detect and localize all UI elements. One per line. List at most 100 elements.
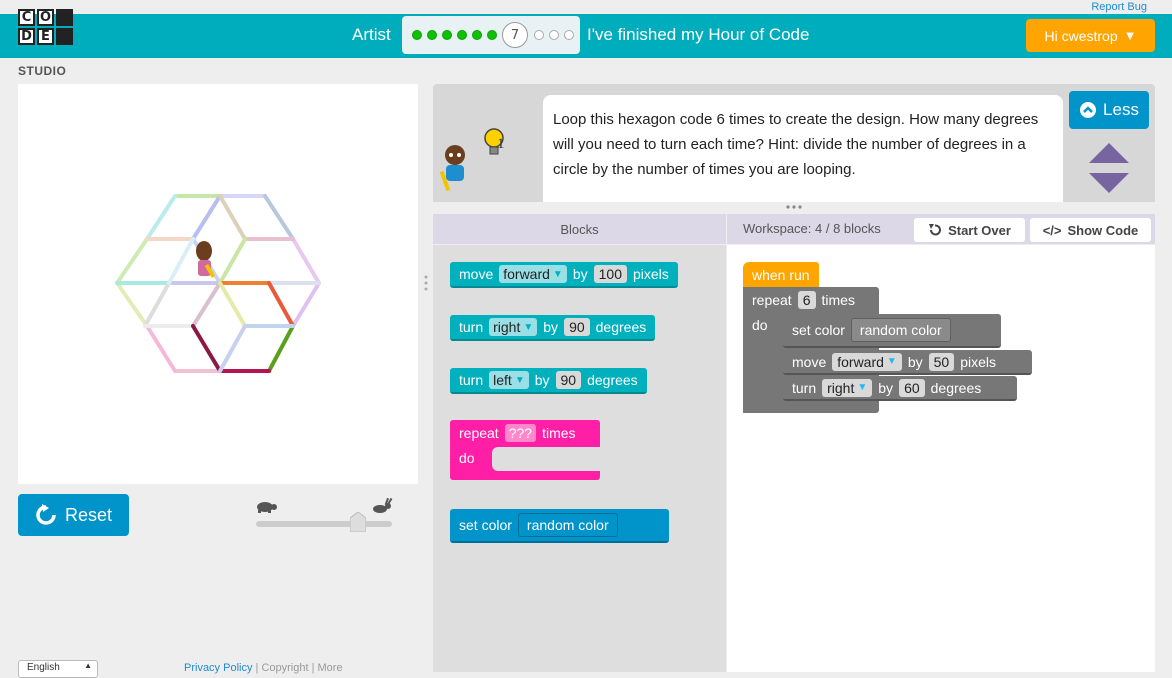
- block-keyword: by: [543, 319, 559, 335]
- number-field[interactable]: 90: [564, 318, 590, 336]
- block-keyword: repeat: [752, 291, 792, 308]
- direction-dropdown[interactable]: right ▼: [822, 378, 873, 397]
- progress-dot-completed[interactable]: [457, 30, 467, 40]
- block-keyword: by: [878, 379, 894, 396]
- progress-dot-completed[interactable]: [442, 30, 452, 40]
- repeat-count-field[interactable]: ???: [504, 424, 537, 442]
- block-keyword: by: [534, 372, 550, 388]
- random-color-input[interactable]: random color: [850, 318, 951, 342]
- turtle-icon: [257, 502, 277, 513]
- block-unit: times: [821, 291, 855, 308]
- direction-dropdown[interactable]: forward ▼: [832, 352, 902, 371]
- show-code-button[interactable]: </> Show Code: [1030, 218, 1151, 242]
- block-unit: pixels: [632, 266, 669, 282]
- progress-dot-remaining[interactable]: [549, 30, 559, 40]
- repeat-header: repeat 6 times: [743, 287, 864, 312]
- progress-dot-current[interactable]: 7: [502, 22, 528, 48]
- user-menu-label: Hi cwestrop: [1044, 27, 1118, 44]
- chevron-down-icon: ▼: [523, 321, 534, 333]
- report-bug-link[interactable]: Report Bug: [1091, 1, 1147, 13]
- logo-blank-cell: [56, 9, 73, 26]
- header-bar: [0, 14, 1172, 58]
- number-field[interactable]: 90: [555, 371, 582, 389]
- toolbox-turn-left-block[interactable]: turn left ▼ by 90 degrees: [450, 368, 647, 394]
- resize-handle-icon[interactable]: [784, 204, 804, 210]
- block-unit: times: [542, 425, 576, 441]
- artist-character-icon: [196, 241, 216, 279]
- logo-letter-c: C: [18, 9, 35, 26]
- code-studio-logo[interactable]: C O D E: [18, 9, 74, 65]
- language-select[interactable]: English ▲: [18, 660, 98, 678]
- user-menu-button[interactable]: Hi cwestrop ▼: [1026, 19, 1155, 52]
- puzzle-progress: 7: [402, 16, 580, 54]
- chevron-down-icon: ▼: [857, 382, 868, 393]
- workspace-header: Workspace: 4 / 8 blocks Start Over </> S…: [727, 214, 1155, 244]
- number-field[interactable]: 60: [899, 378, 925, 397]
- block-keyword: by: [907, 353, 923, 370]
- block-keyword: repeat: [459, 425, 499, 441]
- direction-dropdown[interactable]: right ▼: [489, 318, 538, 336]
- more-link[interactable]: More: [318, 662, 343, 674]
- toolbox-move-block[interactable]: move forward ▼ by 100 pixels: [450, 262, 678, 288]
- repeat-do-label: do: [752, 317, 768, 333]
- artist-avatar-icon: [439, 145, 465, 191]
- toolbox-set-color-block[interactable]: set color random color: [450, 509, 669, 543]
- logo-blank-cell: [56, 28, 73, 45]
- repeat-count-field[interactable]: 6: [797, 290, 816, 309]
- privacy-policy-link[interactable]: Privacy Policy: [184, 662, 252, 674]
- direction-dropdown[interactable]: left ▼: [489, 371, 529, 389]
- speed-slider[interactable]: [254, 497, 394, 537]
- chevron-down-icon: ▼: [1123, 28, 1137, 43]
- logo-letter-o: O: [37, 9, 54, 26]
- speed-slider-track[interactable]: [256, 521, 392, 527]
- scroll-down-icon[interactable]: [1089, 173, 1129, 193]
- dropdown-value: right: [827, 379, 855, 396]
- chevron-down-icon: ▼: [886, 356, 897, 367]
- number-field[interactable]: 50: [928, 352, 955, 371]
- reset-button[interactable]: Reset: [18, 494, 129, 536]
- block-keyword: turn: [792, 379, 817, 396]
- dropdown-value: forward: [837, 353, 884, 370]
- random-color-input[interactable]: random color: [517, 513, 618, 537]
- start-over-button[interactable]: Start Over: [914, 218, 1025, 242]
- block-unit: pixels: [960, 353, 996, 370]
- workspace-move-block[interactable]: move forward ▼ by 50 pixels: [783, 350, 1032, 375]
- reset-label: Reset: [64, 504, 113, 525]
- instructions-text: Loop this hexagon code 6 times to create…: [543, 95, 1063, 202]
- scroll-up-icon[interactable]: [1089, 143, 1129, 163]
- logo-letter-e: E: [37, 28, 54, 45]
- repeat-empty-slot: [492, 447, 600, 471]
- direction-dropdown[interactable]: forward ▼: [499, 265, 567, 283]
- progress-dot-completed[interactable]: [487, 30, 497, 40]
- chevron-down-icon: ▼: [514, 374, 525, 386]
- copyright-link[interactable]: Copyright: [261, 662, 308, 674]
- speed-slider-thumb[interactable]: [350, 512, 366, 532]
- progress-dot-completed[interactable]: [472, 30, 482, 40]
- logo-studio-label: STUDIO: [18, 64, 67, 78]
- block-keyword: set color: [459, 517, 512, 533]
- language-select-value: English: [27, 662, 60, 673]
- number-field[interactable]: 100: [593, 265, 627, 283]
- dropdown-value: right: [493, 319, 521, 335]
- rabbit-icon: [373, 497, 393, 513]
- toolbox-turn-right-block[interactable]: turn right ▼ by 90 degrees: [450, 315, 656, 341]
- block-keyword: move: [459, 266, 494, 282]
- progress-dot-completed[interactable]: [412, 30, 422, 40]
- block-unit: degrees: [595, 319, 647, 335]
- less-button[interactable]: Less: [1069, 91, 1149, 129]
- finished-hour-of-code-link[interactable]: I've finished my Hour of Code: [587, 25, 809, 45]
- workspace-turn-block[interactable]: turn right ▼ by 60 degrees: [783, 376, 1017, 401]
- hint-count: 1: [497, 136, 505, 152]
- progress-dot-remaining[interactable]: [564, 30, 574, 40]
- workspace-set-color-block[interactable]: set color random color: [783, 314, 1001, 348]
- footer-links: Privacy Policy | Copyright | More: [184, 662, 343, 674]
- progress-dot-completed[interactable]: [427, 30, 437, 40]
- repeat-header: repeat ??? times: [450, 421, 585, 445]
- block-keyword: turn: [459, 372, 484, 388]
- chevron-down-icon: ▼: [552, 268, 563, 280]
- dropdown-value: left: [493, 372, 512, 388]
- drag-grip-icon[interactable]: [423, 274, 429, 292]
- block-keyword: turn: [459, 319, 484, 335]
- progress-dot-remaining[interactable]: [534, 30, 544, 40]
- when-run-block[interactable]: when run: [743, 262, 819, 287]
